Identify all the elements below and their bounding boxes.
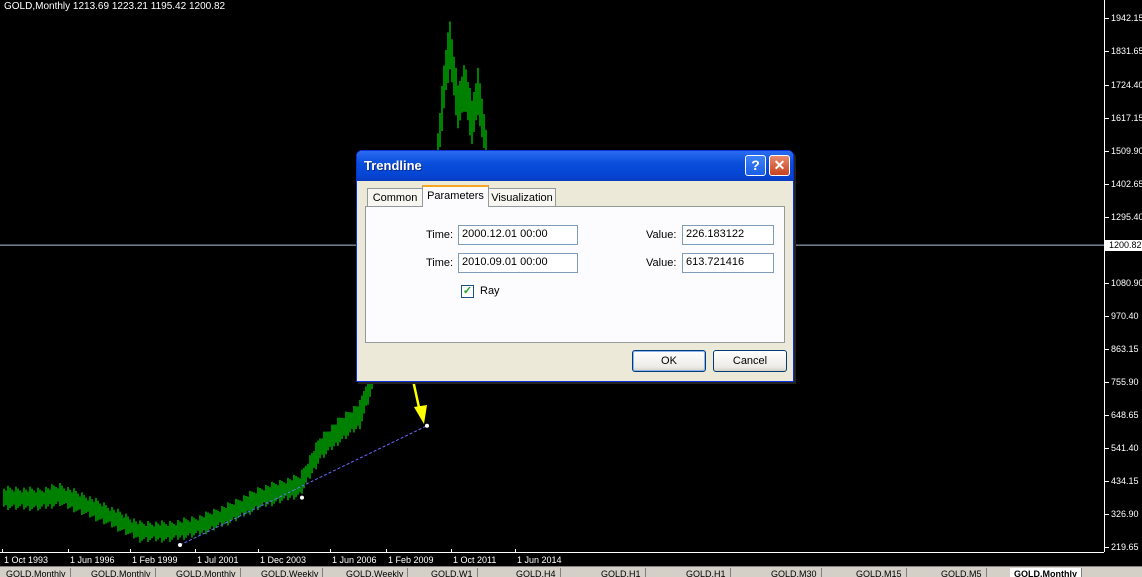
y-tick-mark: [1105, 85, 1109, 86]
tab-common[interactable]: Common: [367, 188, 423, 206]
x-tick-label: 1 Jun 2014: [517, 555, 562, 565]
y-tick-mark: [1105, 448, 1109, 449]
y-tick-label: 1402.65: [1111, 179, 1142, 189]
ok-button[interactable]: OK: [632, 350, 706, 372]
time2-label: Time:: [426, 257, 454, 269]
x-tick-label: 1 Jun 2006: [332, 555, 377, 565]
x-tick-label: 1 Jul 2001: [197, 555, 239, 565]
y-tick-mark: [1105, 547, 1109, 548]
x-tick-label: 1 Oct 1993: [4, 555, 49, 565]
x-tick-mark: [386, 549, 387, 553]
y-tick-label: 1295.40: [1111, 212, 1142, 222]
y-tick-label: 648.65: [1111, 410, 1139, 420]
annotation-arrowhead: [414, 405, 427, 424]
y-tick-mark: [1105, 151, 1109, 152]
help-button[interactable]: ?: [745, 155, 766, 176]
y-tick-mark: [1105, 184, 1109, 185]
x-tick-label: 1 Jun 1996: [70, 555, 115, 565]
trendline-anchor: [300, 495, 304, 500]
x-tick-mark: [195, 549, 196, 553]
value1-label: Value:: [646, 229, 677, 241]
tab-visualization[interactable]: Visualization: [488, 188, 556, 206]
y-tick-label: 1831.65: [1111, 46, 1142, 56]
trendline-anchor: [178, 542, 182, 547]
time1-label: Time:: [426, 229, 454, 241]
y-tick-label: 326.90: [1111, 509, 1139, 519]
x-tick-mark: [451, 549, 452, 553]
x-tick-label: 1 Dec 2003: [260, 555, 307, 565]
chart-title: GOLD,Monthly 1213.69 1223.21 1195.42 120…: [4, 1, 226, 12]
ray-label[interactable]: Ray: [480, 285, 500, 297]
value1-field[interactable]: 226.183122: [682, 225, 774, 245]
y-tick-mark: [1105, 217, 1109, 218]
chart-tabs-bar: GOLD,Monthly GOLD,Monthly GOLD,Monthly GOLD…: [0, 566, 1142, 577]
y-tick-mark: [1105, 283, 1109, 284]
y-tick-mark: [1105, 514, 1109, 515]
close-button[interactable]: ✕: [769, 155, 790, 176]
y-tick-label: 755.90: [1111, 377, 1139, 387]
y-tick-label: 970.40: [1111, 311, 1139, 321]
x-tick-label: 1 Feb 1999: [132, 555, 178, 565]
y-tick-label: 434.15: [1111, 476, 1139, 486]
dialog-title: Trendline: [364, 158, 422, 173]
x-tick-mark: [2, 549, 3, 553]
y-tick-mark: [1105, 18, 1109, 19]
value2-field[interactable]: 613.721416: [682, 253, 774, 273]
time1-field[interactable]: 2000.12.01 00:00: [458, 225, 578, 245]
y-tick-label: 1509.90: [1111, 146, 1142, 156]
time-axis: 1 Oct 1993 1 Jun 1996 1 Feb 1999 1 Jul 2001…: [0, 549, 1104, 567]
y-tick-label: 1617.15: [1111, 113, 1142, 123]
x-tick-mark: [515, 549, 516, 553]
y-tick-label: 863.15: [1111, 344, 1139, 354]
check-icon: ✓: [462, 285, 473, 297]
y-tick-mark: [1105, 316, 1109, 317]
parameters-panel: Time: 2000.12.01 00:00 Value: 226.183122…: [365, 206, 785, 343]
dialog-body: Common Parameters Visualization Time: 20…: [360, 181, 790, 379]
trendline: [179, 425, 428, 546]
y-tick-mark: [1105, 349, 1109, 350]
x-tick-mark: [68, 549, 69, 553]
y-tick-label: 1080.90: [1111, 278, 1142, 288]
y-tick-label: 1942.15: [1111, 13, 1142, 23]
y-tick-mark: [1105, 382, 1109, 383]
current-price-label: 1200.82: [1105, 240, 1142, 251]
trendline-anchor: [425, 423, 429, 428]
dialog-titlebar[interactable]: Trendline ? ✕: [357, 151, 793, 181]
trendline-dialog: Trendline ? ✕ Common Parameters Visualiz…: [356, 150, 794, 382]
x-tick-label: 1 Feb 2009: [388, 555, 434, 565]
x-tick-mark: [330, 549, 331, 553]
y-tick-label: 541.40: [1111, 443, 1139, 453]
x-tick-mark: [130, 549, 131, 553]
price-axis: 1942.15 1831.65 1724.40 1617.15 1509.90 1402.…: [1104, 0, 1142, 552]
y-tick-mark: [1105, 51, 1109, 52]
y-tick-mark: [1105, 415, 1109, 416]
y-tick-label: 219.65: [1111, 542, 1139, 552]
x-tick-mark: [258, 549, 259, 553]
value2-label: Value:: [646, 257, 677, 269]
y-tick-mark: [1105, 481, 1109, 482]
time2-field[interactable]: 2010.09.01 00:00: [458, 253, 578, 273]
y-tick-label: 1724.40: [1111, 80, 1142, 90]
cancel-button[interactable]: Cancel: [713, 350, 787, 372]
x-tick-label: 1 Oct 2011: [453, 555, 497, 565]
ray-checkbox[interactable]: ✓: [461, 285, 474, 298]
y-tick-mark: [1105, 118, 1109, 119]
tab-parameters[interactable]: Parameters: [422, 185, 489, 207]
